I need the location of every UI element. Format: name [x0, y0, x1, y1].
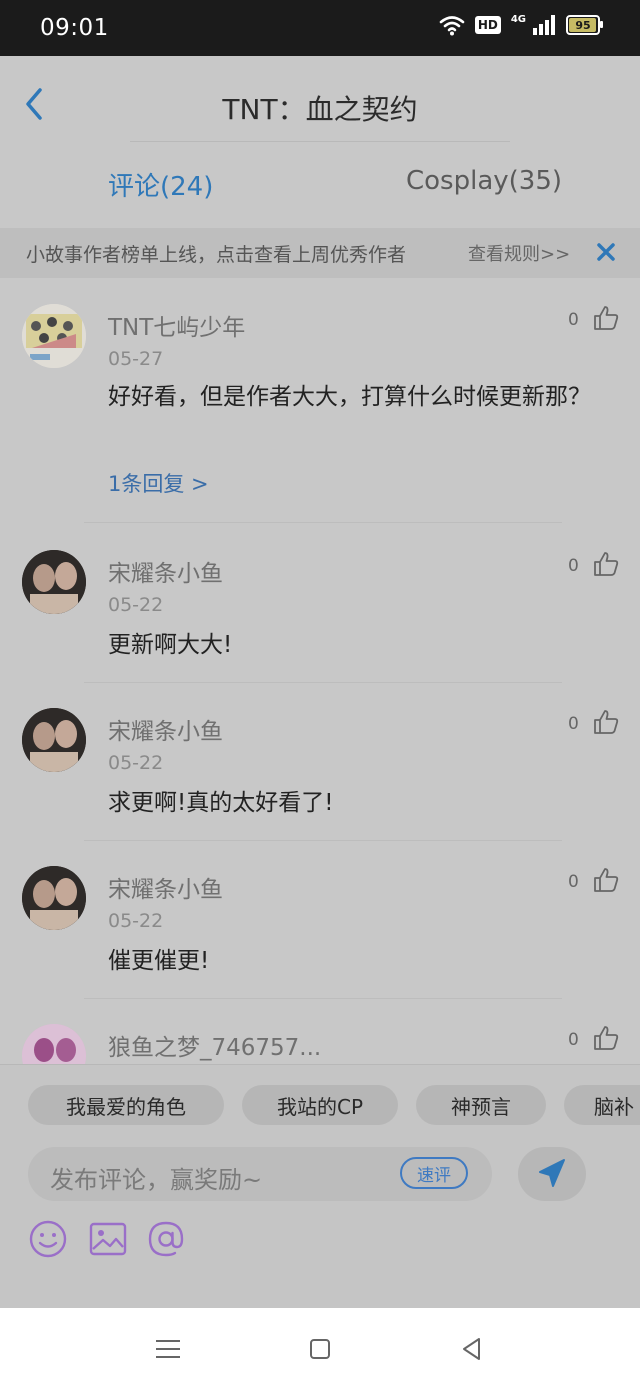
- tab-comments[interactable]: 评论(24): [108, 166, 213, 203]
- comment-divider: [84, 682, 562, 683]
- app-content: TNT：血之契约 评论(24) Cosplay(35) 小故事作者榜单上线，点击…: [0, 56, 640, 1309]
- comment-date: 05-22: [108, 594, 164, 616]
- emoji-icon[interactable]: [28, 1219, 68, 1259]
- notice-rules-link[interactable]: 查看规则>>: [468, 240, 570, 266]
- notice-text[interactable]: 小故事作者榜单上线，点击查看上周优秀作者: [26, 240, 406, 267]
- status-icons: HD 4G 95: [439, 13, 603, 36]
- thumbs-up-icon[interactable]: [592, 550, 620, 578]
- title-divider: [130, 141, 510, 142]
- thumbs-up-icon[interactable]: [592, 304, 620, 332]
- comment-username[interactable]: TNT七屿少年: [108, 308, 245, 342]
- quick-tag-row: 我最爱的角色 我站的CP 神预言 脑补: [0, 1085, 640, 1129]
- avatar[interactable]: [22, 550, 86, 614]
- tab-bar: 评论(24) Cosplay(35): [0, 166, 640, 210]
- comment-date: 05-22: [108, 910, 164, 932]
- quick-tag-chip[interactable]: 我站的CP: [242, 1085, 398, 1125]
- comment-content: 好好看，但是作者大大，打算什么时候更新那？: [108, 384, 591, 410]
- comment-input[interactable]: 发布评论，赢奖励~ 速评: [28, 1147, 492, 1201]
- tab-cosplay[interactable]: Cosplay(35): [406, 166, 562, 196]
- quick-review-button[interactable]: 速评: [400, 1157, 468, 1189]
- like-count: 0: [568, 310, 579, 330]
- image-icon[interactable]: [88, 1219, 128, 1259]
- comment-composer: 我最爱的角色 我站的CP 神预言 脑补 发布评论，赢奖励~ 速评: [0, 1064, 640, 1309]
- send-button[interactable]: [518, 1147, 586, 1201]
- thumbs-up-icon[interactable]: [592, 866, 620, 894]
- comment-username[interactable]: 宋耀条小鱼: [108, 712, 223, 746]
- avatar[interactable]: [22, 1024, 86, 1064]
- battery-level: 95: [575, 18, 591, 32]
- home-icon[interactable]: [305, 1334, 335, 1364]
- wifi-icon: [439, 16, 465, 36]
- hd-badge: HD: [474, 16, 501, 34]
- comment-divider: [84, 998, 562, 999]
- header: TNT：血之契约: [0, 56, 640, 146]
- thumbs-up-icon[interactable]: [592, 708, 620, 736]
- like-count: 0: [568, 872, 579, 892]
- comment-date: 05-22: [108, 752, 164, 774]
- page-title: TNT：血之契约: [222, 93, 418, 126]
- quick-tag-chip[interactable]: 脑补: [564, 1085, 640, 1125]
- comment-divider: [84, 522, 562, 523]
- quick-tag-chip[interactable]: 我最爱的角色: [28, 1085, 224, 1125]
- status-time: 09:01: [40, 15, 109, 41]
- avatar[interactable]: [22, 304, 86, 368]
- comment-input-placeholder: 发布评论，赢奖励~: [50, 1166, 263, 1194]
- comment-item: 狼鱼之梦_746757... 0: [0, 1006, 640, 1064]
- close-icon[interactable]: [594, 240, 618, 264]
- comment-date: 05-27: [108, 348, 164, 370]
- notice-banner[interactable]: 小故事作者榜单上线，点击查看上周优秀作者 查看规则>>: [0, 228, 640, 278]
- battery-icon: 95: [566, 15, 603, 35]
- comment-content: 求更啊!真的太好看了!: [108, 790, 334, 816]
- comment-username[interactable]: 宋耀条小鱼: [108, 870, 223, 904]
- comment-content: 催更催更!: [108, 948, 210, 974]
- avatar[interactable]: [22, 708, 86, 772]
- like-count: 0: [568, 1030, 579, 1050]
- network-label: 4G: [510, 13, 526, 25]
- menu-icon[interactable]: [153, 1334, 183, 1364]
- quick-tag-chip[interactable]: 神预言: [416, 1085, 546, 1125]
- thumbs-up-icon[interactable]: [592, 1024, 620, 1052]
- like-count: 0: [568, 556, 579, 576]
- signal-icon: [533, 15, 555, 35]
- comment-username[interactable]: 狼鱼之梦_746757...: [108, 1028, 321, 1062]
- view-replies-link[interactable]: 1条回复 >: [108, 468, 209, 498]
- mention-icon[interactable]: [146, 1219, 186, 1259]
- back-icon[interactable]: [457, 1334, 487, 1364]
- status-bar: 09:01 HD 4G 95: [0, 0, 640, 56]
- comment-divider: [84, 840, 562, 841]
- like-count: 0: [568, 714, 579, 734]
- avatar[interactable]: [22, 866, 86, 930]
- comment-content: 更新啊大大!: [108, 632, 233, 658]
- comment-username[interactable]: 宋耀条小鱼: [108, 554, 223, 588]
- send-icon: [539, 1159, 565, 1187]
- system-nav-bar: [0, 1308, 640, 1387]
